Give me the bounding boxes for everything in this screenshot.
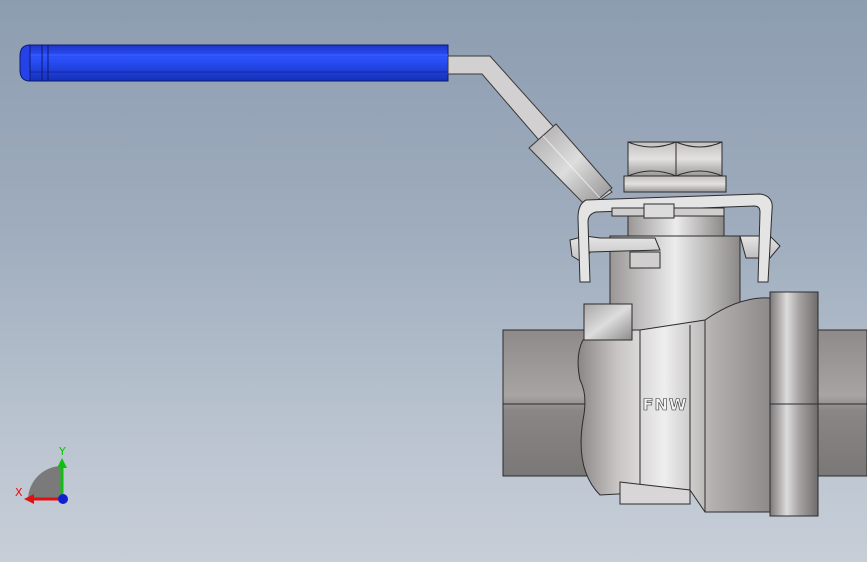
x-axis-label: X bbox=[15, 486, 23, 499]
y-axis-arrowhead bbox=[57, 458, 67, 468]
z-axis-dot bbox=[58, 494, 68, 504]
stem-nut[interactable] bbox=[623, 141, 727, 193]
cad-viewport[interactable]: FNW Y X bbox=[0, 0, 867, 562]
pipe-end-right bbox=[814, 329, 867, 477]
stem-washer bbox=[611, 203, 725, 237]
stop-lug bbox=[583, 303, 633, 341]
y-axis-label: Y bbox=[58, 445, 66, 458]
axis-triad: Y X bbox=[15, 445, 68, 504]
handle-grip[interactable] bbox=[19, 44, 449, 82]
end-cap bbox=[769, 291, 819, 517]
valve-handle[interactable] bbox=[19, 44, 613, 209]
handle-lever[interactable] bbox=[447, 55, 613, 209]
brand-marking: FNW bbox=[643, 395, 688, 414]
